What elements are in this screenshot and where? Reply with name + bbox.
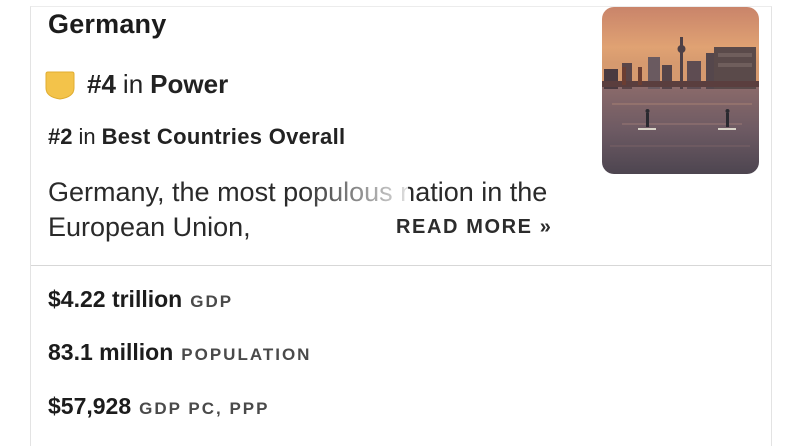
description-clip (31, 245, 771, 265)
rank-power-number: #4 (87, 69, 116, 99)
stat-gdp-value: $4.22 trillion (48, 286, 183, 312)
stat-gdp-ppp-value: $57,928 (48, 393, 132, 419)
rank-overall-number: #2 (48, 124, 73, 149)
rank-overall-category[interactable]: Best Countries Overall (102, 124, 346, 149)
country-card[interactable]: Germany #4 in Power #2 in Best Countries O… (30, 6, 772, 446)
rank-power-row: #4 in Power (43, 69, 228, 100)
country-photo[interactable] (602, 7, 759, 174)
rank-power-in: in (122, 69, 144, 99)
stat-gdp-label: GDP (190, 292, 234, 311)
stat-population-label: POPULATION (181, 345, 312, 364)
rank-overall-row: #2 in Best Countries Overall (48, 124, 345, 150)
read-more-link[interactable]: READ MORE » (396, 216, 553, 239)
country-name[interactable]: Germany (48, 9, 166, 40)
stat-gdp: $4.22 trillion GDP (48, 286, 233, 313)
section-divider (31, 265, 771, 266)
stat-gdp-ppp-label: GDP PC, PPP (139, 399, 270, 418)
stat-population-value: 83.1 million (48, 339, 174, 365)
rank-overall-in: in (78, 124, 96, 149)
stat-population: 83.1 million POPULATION (48, 339, 311, 366)
rank-badge-icon (43, 70, 75, 100)
rank-power-category[interactable]: Power (150, 69, 228, 100)
stat-gdp-ppp: $57,928 GDP PC, PPP (48, 393, 269, 420)
